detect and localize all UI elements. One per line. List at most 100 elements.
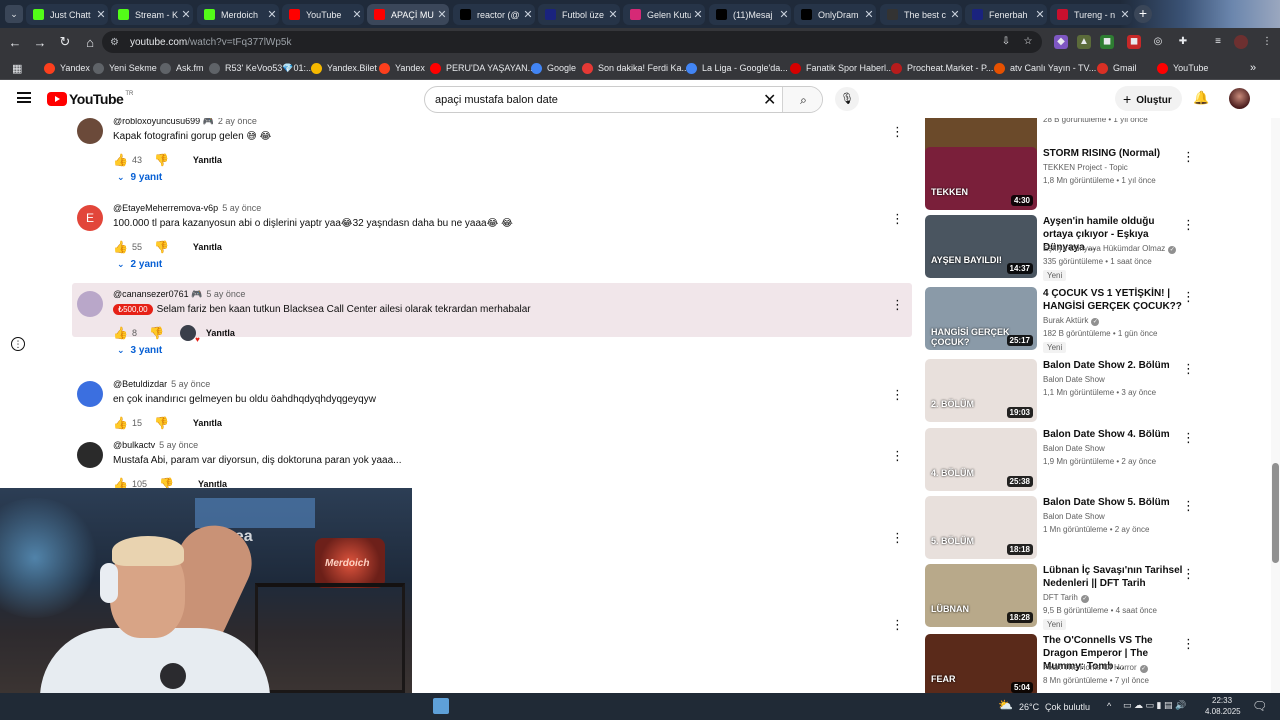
browser-tab[interactable]: Stream - K ✕: [111, 4, 193, 25]
browser-tab[interactable]: Just Chatt ✕: [26, 4, 108, 25]
avatar[interactable]: [77, 291, 103, 317]
video-thumbnail[interactable]: 5. BÖLÜM 18:18: [925, 496, 1037, 559]
reply-button[interactable]: Yanıtla: [206, 328, 235, 338]
comment-menu-icon[interactable]: ⋮: [891, 387, 904, 403]
related-video-item[interactable]: 5. BÖLÜM 18:18 Balon Date Show 5. Bölüm Bal…: [925, 496, 1270, 566]
video-thumbnail[interactable]: HANGİSİ GERÇEK ÇOCUK? 25:17: [925, 287, 1037, 350]
bookmark-item[interactable]: Yandex.Bilet: [311, 61, 377, 75]
video-thumbnail[interactable]: TEKKEN 4:30: [925, 147, 1037, 210]
weather-temperature[interactable]: 26°C: [1019, 702, 1039, 712]
comment-time[interactable]: 2 ay önce: [218, 118, 257, 126]
bookmark-item[interactable]: Fanatik Spor Haberl...: [790, 61, 894, 75]
browser-tab[interactable]: Fenerbah ✕: [965, 4, 1047, 25]
like-icon[interactable]: 👍: [113, 240, 128, 254]
microphone-icon[interactable]: 🎙: [835, 87, 859, 111]
bookmark-item[interactable]: Gmail: [1097, 61, 1137, 75]
video-thumbnail[interactable]: LÜBNAN 18:28: [925, 564, 1037, 627]
comment-menu-icon[interactable]: ⋮: [891, 448, 904, 464]
extension-icon[interactable]: ◎: [1151, 35, 1165, 49]
video-menu-icon[interactable]: ⋮: [1182, 149, 1195, 165]
tab-close-icon[interactable]: ✕: [435, 8, 449, 21]
tab-close-icon[interactable]: ✕: [862, 8, 876, 21]
comment-time[interactable]: 5 ay önce: [171, 379, 210, 389]
video-thumbnail[interactable]: FEAR 5:04: [925, 634, 1037, 693]
tab-list-icon[interactable]: ≡: [1211, 35, 1225, 49]
video-title[interactable]: Balon Date Show 4. Bölüm: [1043, 428, 1183, 441]
video-title[interactable]: Lübnan İç Savaşı'nın Tarihsel Nedenleri …: [1043, 564, 1183, 590]
profile-avatar-icon[interactable]: [1234, 35, 1248, 49]
browser-tab[interactable]: Gelen Kutu ✕: [623, 4, 705, 25]
browser-tab[interactable]: Tureng - n ✕: [1050, 4, 1132, 25]
avatar[interactable]: [77, 118, 103, 144]
channel-name[interactable]: Eşkıya Dünyaya Hükümdar Olmaz ✓: [1043, 244, 1177, 254]
like-icon[interactable]: 👍: [113, 416, 128, 430]
avatar[interactable]: [77, 442, 103, 468]
comment-author[interactable]: @canansezer0761 🎮 5 ay önce: [113, 289, 245, 300]
tab-search-button[interactable]: ⌄: [5, 5, 23, 23]
related-video-item[interactable]: TEKKEN 4:30 STORM RISING (Normal) TEKKEN Pr…: [925, 147, 1270, 217]
browser-tab[interactable]: OnlyDram ✕: [794, 4, 876, 25]
browser-tab[interactable]: YouTube ✕: [282, 4, 364, 25]
video-title[interactable]: STORM RISING (Normal): [1043, 147, 1183, 160]
comment-time[interactable]: 5 ay önce: [222, 203, 261, 213]
comment-menu-icon[interactable]: ⋮: [891, 530, 904, 546]
youtube-logo[interactable]: YouTube TR: [47, 91, 133, 107]
avatar[interactable]: [77, 381, 103, 407]
view-replies-button[interactable]: ⌄ 2 yanıt: [117, 259, 162, 270]
forward-icon[interactable]: →: [30, 35, 50, 50]
comment-menu-icon[interactable]: ⋮: [891, 124, 904, 140]
more-options-icon[interactable]: ⋮: [11, 337, 25, 351]
dislike-icon[interactable]: 👎: [149, 326, 164, 340]
like-icon[interactable]: 👍: [113, 153, 128, 167]
related-video-item[interactable]: HANGİSİ GERÇEK ÇOCUK? 25:17 4 ÇOCUK VS 1 Y…: [925, 287, 1270, 357]
comment-author[interactable]: @EtayeMeherremova-v6p 5 ay önce: [113, 203, 261, 213]
address-bar[interactable]: ⚙ youtube.com/watch?v=tFq377lWp5k: [102, 31, 1042, 53]
notifications-bell-icon[interactable]: 🔔: [1193, 90, 1209, 106]
browser-tab[interactable]: APAÇİ MU ✕: [367, 4, 449, 25]
clock-date[interactable]: 4.08.2025: [1205, 707, 1241, 716]
avatar[interactable]: E: [77, 205, 103, 231]
browser-tab[interactable]: Merdoich ✕: [197, 4, 279, 25]
extension-icon[interactable]: ◼: [1127, 35, 1141, 49]
show-hidden-icons-icon[interactable]: ^: [1107, 701, 1111, 711]
related-video-item[interactable]: LÜBNAN 18:28 Lübnan İç Savaşı'nın Tarihsel…: [925, 564, 1270, 634]
comment-menu-icon[interactable]: ⋮: [891, 617, 904, 633]
video-menu-icon[interactable]: ⋮: [1182, 498, 1195, 514]
install-icon[interactable]: ⇩: [999, 35, 1013, 49]
scrollbar[interactable]: [1271, 118, 1280, 693]
related-video-item[interactable]: FEAR 5:04 The O'Connells VS The Dragon Emp…: [925, 634, 1270, 693]
back-icon[interactable]: ←: [5, 35, 25, 50]
video-menu-icon[interactable]: ⋮: [1182, 217, 1195, 233]
comment-author[interactable]: @robloxoyuncusu699 🎮 2 ay önce: [113, 118, 257, 127]
bookmark-item[interactable]: Procheat.Market - P...: [891, 61, 993, 75]
notepad-icon[interactable]: [433, 698, 449, 714]
reply-button[interactable]: Yanıtla: [193, 242, 222, 252]
dislike-icon[interactable]: 👎: [154, 153, 169, 167]
comment-time[interactable]: 5 ay önce: [206, 289, 245, 299]
video-title[interactable]: Balon Date Show 2. Bölüm: [1043, 359, 1183, 372]
channel-name[interactable]: Balon Date Show: [1043, 375, 1105, 384]
dislike-icon[interactable]: 👎: [154, 240, 169, 254]
apps-grid-icon[interactable]: ▦: [12, 61, 22, 75]
tab-close-icon[interactable]: ✕: [1118, 8, 1132, 21]
channel-name[interactable]: DFT Tarih ✓: [1043, 593, 1089, 603]
tab-close-icon[interactable]: ✕: [606, 8, 620, 21]
weather-icon[interactable]: ⛅: [998, 698, 1013, 712]
extension-icon[interactable]: ◼: [1100, 35, 1114, 49]
bookmark-star-icon[interactable]: ☆: [1021, 35, 1035, 49]
bookmark-item[interactable]: Yandex: [44, 61, 90, 75]
comment-time[interactable]: 5 ay önce: [159, 440, 198, 450]
menu-icon[interactable]: [17, 92, 31, 103]
bookmark-item[interactable]: atv Canlı Yayın - TV...: [994, 61, 1096, 75]
video-thumbnail[interactable]: 4. BÖLÜM 25:38: [925, 428, 1037, 491]
system-tray-icons[interactable]: ▭ ☁ ▭ ▮ ▤ 🔊: [1123, 700, 1186, 711]
browser-tab[interactable]: reactor (@ ✕: [453, 4, 535, 25]
browser-tab[interactable]: Futbol üze ✕: [538, 4, 620, 25]
video-title[interactable]: 4 ÇOCUK VS 1 YETİŞKİN! | HANGİSİ GERÇEK …: [1043, 287, 1183, 313]
new-tab-button[interactable]: +: [1134, 5, 1152, 23]
bookmark-item[interactable]: PERU'DA YAŞAYAN...: [430, 61, 535, 75]
search-icon[interactable]: ⌕: [782, 87, 822, 112]
create-button[interactable]: + Oluştur: [1115, 86, 1182, 111]
bookmark-item[interactable]: R53' KeVoo53💎01:...: [209, 61, 313, 75]
notification-center-icon[interactable]: 🗨: [1252, 699, 1267, 713]
